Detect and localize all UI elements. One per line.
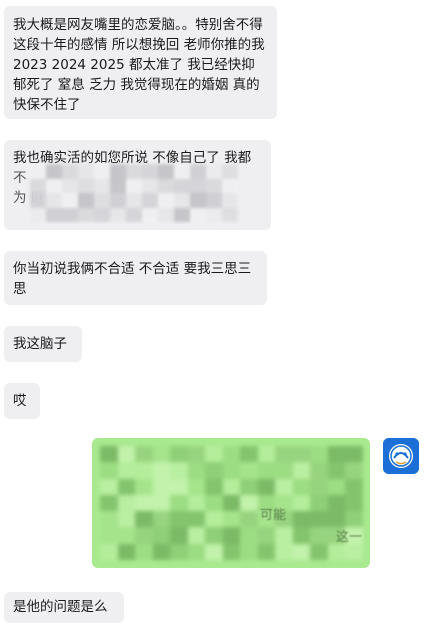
blue-app-avatar-icon[interactable] — [383, 438, 419, 474]
pixelated-redaction — [100, 446, 363, 561]
message-text: 我大概是网友嘴里的恋爱脑。。特别舍不得这段十年的感情 所以想挽回 老师你推的我2… — [13, 17, 265, 113]
received-message[interactable]: 我也确实活的如您所说 不像自己了 我都 不 为 庭 — [4, 140, 271, 230]
message-text: 哎 — [13, 393, 27, 409]
received-message[interactable]: 是他的问题是么 — [4, 592, 124, 623]
redacted-text-fragment: 这一 — [336, 530, 363, 545]
message-text: 你当初说我俩不合适 不合适 要我三思三思 — [13, 261, 252, 297]
received-message[interactable]: 哎 — [4, 383, 40, 419]
chat-window: 我大概是网友嘴里的恋爱脑。。特别舍不得这段十年的感情 所以想挽回 老师你推的我2… — [0, 0, 428, 623]
pixelated-redaction — [30, 164, 238, 222]
redacted-text-fragment: 可能 — [260, 508, 287, 523]
received-message[interactable]: 你当初说我俩不合适 不合适 要我三思三思 — [4, 251, 267, 305]
sent-message-redacted[interactable]: 可能 这一 — [92, 438, 370, 568]
received-message[interactable]: 我大概是网友嘴里的恋爱脑。。特别舍不得这段十年的感情 所以想挽回 老师你推的我2… — [4, 6, 277, 119]
received-message[interactable]: 我这脑子 — [4, 326, 82, 362]
message-text: 我这脑子 — [13, 336, 67, 352]
message-text: 是他的问题是么 — [13, 599, 108, 615]
